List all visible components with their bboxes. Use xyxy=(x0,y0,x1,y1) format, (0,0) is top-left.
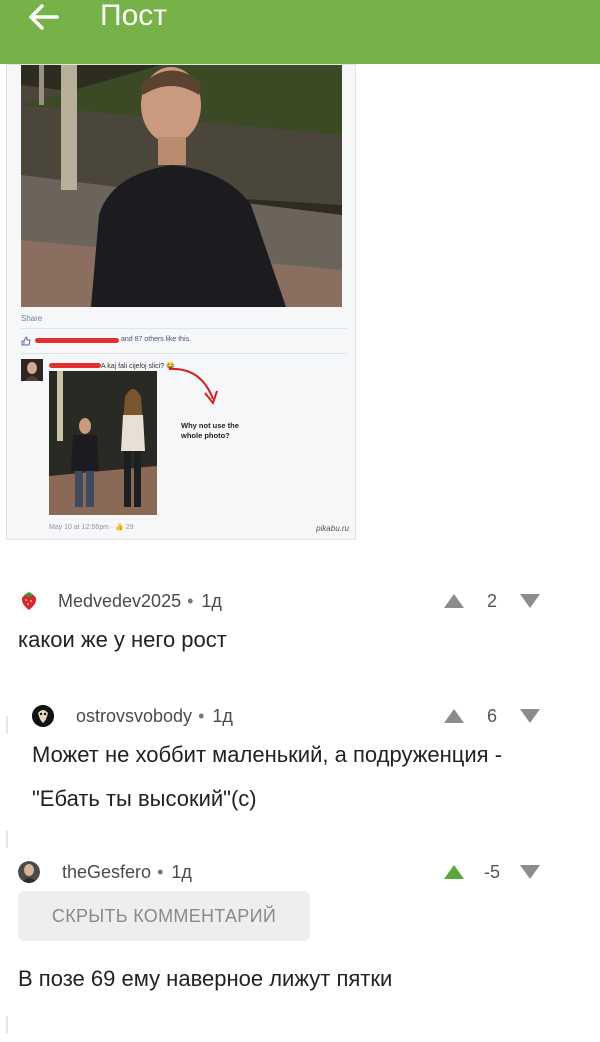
triangle-up-icon xyxy=(444,865,464,879)
vote-controls: -5 xyxy=(442,859,542,885)
vote-controls: 2 xyxy=(442,588,542,614)
vote-count: 6 xyxy=(486,705,497,726)
dot-separator: • xyxy=(187,590,194,611)
redacted-name xyxy=(49,363,101,368)
app-bar: Пост xyxy=(0,0,600,64)
triangle-down-icon xyxy=(520,594,540,608)
comment-text-line1: Может не хоббит маленький, а подруженция… xyxy=(32,742,503,767)
downvote-button[interactable] xyxy=(518,862,542,882)
like-count-text: and 87 others like this. xyxy=(121,336,192,343)
comment-header: Medvedev2025 • 1д xyxy=(18,588,222,614)
comment-time: 1д xyxy=(201,590,222,611)
watermark: pikabu.ru xyxy=(316,524,349,533)
comment-header: ostrovsvobody • 1д xyxy=(32,703,233,729)
divider xyxy=(21,353,347,354)
comment-text-line2: "Ебать ты высокий"(с) xyxy=(32,786,257,811)
comment-author[interactable]: Medvedev2025 xyxy=(58,591,181,612)
inset-photo-couple xyxy=(49,371,157,515)
comment-time: 1д xyxy=(171,861,192,882)
upvote-button[interactable] xyxy=(442,591,466,611)
back-button[interactable] xyxy=(14,0,74,34)
fb-comment-meta: May 10 at 12:56pm · 👍 29 xyxy=(49,524,134,531)
downvote-button[interactable] xyxy=(518,591,542,611)
red-arrow-annotation xyxy=(168,367,218,406)
comment-text: В позе 69 ему наверное лижут пятки xyxy=(18,966,393,991)
comment-author[interactable]: theGesfero xyxy=(62,862,151,883)
page-title: Пост xyxy=(100,0,167,32)
upvote-button[interactable] xyxy=(442,862,466,882)
thread-line xyxy=(6,1016,8,1034)
triangle-up-icon xyxy=(444,709,464,723)
dot-separator: • xyxy=(198,705,205,726)
fb-comment: A kaj fali cijeloj slici? 😂 Why not use xyxy=(21,359,347,539)
comment-time: 1д xyxy=(212,705,233,726)
thread-line xyxy=(6,716,8,734)
triangle-down-icon xyxy=(520,709,540,723)
vote-count: -5 xyxy=(483,861,500,882)
triangle-up-icon xyxy=(444,594,464,608)
thread-line xyxy=(6,830,8,848)
like-row: and 87 others like this. xyxy=(21,335,347,349)
hide-comment-button[interactable]: СКРЫТЬ КОММЕНТАРИЙ xyxy=(18,891,310,941)
comment-header: theGesfero • 1д xyxy=(18,859,192,885)
thumbs-up-icon xyxy=(21,336,31,346)
redacted-names xyxy=(35,338,119,343)
comment-text: какои же у него рост xyxy=(18,627,227,652)
user-avatar-icon[interactable] xyxy=(18,861,40,883)
user-avatar-icon[interactable] xyxy=(32,705,54,727)
photo-man-night xyxy=(21,65,342,307)
dot-separator: • xyxy=(157,861,164,882)
share-link: Share xyxy=(21,314,43,323)
downvote-button[interactable] xyxy=(518,706,542,726)
upvote-button[interactable] xyxy=(442,706,466,726)
post-image[interactable]: Share and 87 others like this. A kaj fal… xyxy=(6,64,356,540)
vote-controls: 6 xyxy=(442,703,542,729)
annotation-text: Why not use the whole photo? xyxy=(181,421,239,440)
comment-author[interactable]: ostrovsvobody xyxy=(76,706,192,727)
vote-count: 2 xyxy=(486,590,497,611)
strawberry-icon[interactable] xyxy=(18,590,40,612)
fb-avatar xyxy=(21,359,43,381)
arrow-left-icon xyxy=(29,4,59,30)
divider xyxy=(21,328,347,329)
triangle-down-icon xyxy=(520,865,540,879)
